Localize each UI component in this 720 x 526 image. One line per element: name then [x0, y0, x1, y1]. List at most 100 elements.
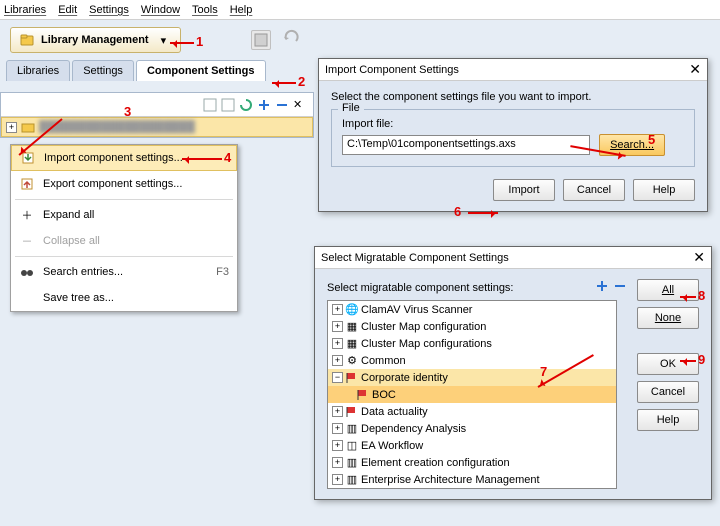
tree-node-clustermap-cfg[interactable]: +▦Cluster Map configuration — [328, 318, 616, 335]
library-management-label: Library Management — [41, 34, 149, 46]
tree-node-eam[interactable]: +▥Enterprise Architecture Management — [328, 471, 616, 488]
globe-icon: 🌐 — [345, 303, 359, 317]
grid-icon: ▦ — [345, 320, 359, 334]
doc-icon: ▥ — [345, 456, 359, 470]
search-file-button[interactable]: Search... — [599, 134, 665, 156]
tree-node-dependency-analysis[interactable]: +▥Dependency Analysis — [328, 420, 616, 437]
tab-settings[interactable]: Settings — [72, 60, 134, 81]
tree-node-data-actuality[interactable]: +Data actuality — [328, 403, 616, 420]
remove-icon[interactable] — [275, 98, 289, 112]
ctx-search-label: Search entries... — [43, 266, 123, 278]
select-all-button[interactable]: All — [637, 279, 699, 301]
expander-icon[interactable]: + — [332, 406, 343, 417]
expander-icon[interactable]: + — [332, 304, 343, 315]
cancel-button[interactable]: Cancel — [637, 381, 699, 403]
tree-node-corporate-identity[interactable]: − Corporate identity — [328, 369, 616, 386]
select-migratable-dialog: Select Migratable Component Settings ✕ S… — [314, 246, 712, 500]
flag-icon — [356, 388, 370, 402]
expander-icon[interactable]: + — [332, 423, 343, 434]
import-file-input[interactable]: C:\Temp\01componentsettings.axs — [342, 135, 590, 155]
tab-libraries[interactable]: Libraries — [6, 60, 70, 81]
tree-node-ea-workflow[interactable]: +◫EA Workflow — [328, 437, 616, 454]
menu-settings[interactable]: Settings — [89, 4, 129, 16]
tool-icon-1[interactable] — [203, 98, 217, 112]
ctx-expand-label: Expand all — [43, 209, 94, 221]
migratable-tree[interactable]: +🌐ClamAV Virus Scanner +▦Cluster Map con… — [327, 300, 617, 489]
expander-icon[interactable]: + — [332, 457, 343, 468]
ok-button[interactable]: OK — [637, 353, 699, 375]
import-dialog-titlebar[interactable]: Import Component Settings ✕ — [319, 59, 707, 81]
node-label: Cluster Map configuration — [361, 321, 486, 333]
grid-icon: ▦ — [345, 337, 359, 351]
ctx-search-entries[interactable]: Search entries... F3 — [11, 259, 237, 285]
close-icon[interactable]: ✕ — [693, 249, 705, 266]
help-button[interactable]: Help — [633, 179, 695, 201]
library-icon — [19, 32, 35, 48]
tree-node-clamav[interactable]: +🌐ClamAV Virus Scanner — [328, 301, 616, 318]
add-node-icon[interactable] — [595, 279, 609, 296]
expander-icon[interactable]: + — [332, 355, 343, 366]
ctx-collapse-all: － Collapse all — [11, 228, 237, 254]
file-fieldset-legend: File — [338, 102, 364, 114]
tree-root-row[interactable]: + ████████████████████ — [1, 117, 313, 137]
expander-icon[interactable]: − — [332, 372, 343, 383]
tree-node-boc[interactable]: BOC — [328, 386, 616, 403]
ctx-save-tree-as[interactable]: Save tree as... — [11, 285, 237, 311]
library-management-dropdown[interactable]: Library Management ▾ — [10, 27, 181, 53]
doc-icon: ▥ — [345, 422, 359, 436]
menu-help[interactable]: Help — [230, 4, 253, 16]
menu-libraries[interactable]: Libraries — [4, 4, 46, 16]
tree-root-label: ████████████████████ — [39, 121, 195, 133]
undo-icon[interactable] — [281, 29, 301, 52]
close-icon[interactable]: ✕ — [689, 61, 701, 78]
node-label: Corporate identity — [361, 372, 448, 384]
close-panel-icon[interactable]: ✕ — [293, 98, 307, 112]
save-icon[interactable] — [251, 30, 271, 50]
binoculars-icon — [19, 264, 35, 280]
tree-node-element-creation[interactable]: +▥Element creation configuration — [328, 454, 616, 471]
select-none-button[interactable]: None — [637, 307, 699, 329]
tree-node-clustermap-cfgs[interactable]: +▦Cluster Map configurations — [328, 335, 616, 352]
ctx-export-component-settings[interactable]: Export component settings... — [11, 171, 237, 197]
menu-edit[interactable]: Edit — [58, 4, 77, 16]
cancel-button[interactable]: Cancel — [563, 179, 625, 201]
expander-icon[interactable]: + — [332, 474, 343, 485]
select-dialog-title: Select Migratable Component Settings — [321, 252, 509, 264]
flag-icon — [345, 405, 359, 419]
flag-icon — [345, 371, 359, 385]
select-dialog-titlebar[interactable]: Select Migratable Component Settings ✕ — [315, 247, 711, 269]
doc-icon: ▥ — [345, 473, 359, 487]
refresh-icon[interactable] — [239, 98, 253, 112]
tree-node-common[interactable]: +⚙Common — [328, 352, 616, 369]
expander-icon[interactable]: + — [332, 440, 343, 451]
add-icon[interactable] — [257, 98, 271, 112]
folder-icon — [21, 120, 35, 134]
import-button[interactable]: Import — [493, 179, 555, 201]
ctx-savetree-label: Save tree as... — [43, 292, 114, 304]
menu-window[interactable]: Window — [141, 4, 180, 16]
node-label: BOC — [372, 389, 396, 401]
ctx-collapse-label: Collapse all — [43, 235, 100, 247]
node-label: Element creation configuration — [361, 457, 510, 469]
expander-icon[interactable]: + — [332, 321, 343, 332]
menu-tools[interactable]: Tools — [192, 4, 218, 16]
tab-component-settings[interactable]: Component Settings — [136, 60, 266, 81]
node-label: ClamAV Virus Scanner — [361, 304, 472, 316]
separator — [15, 256, 233, 257]
ctx-import-component-settings[interactable]: Import component settings... — [11, 145, 237, 171]
minus-icon: － — [19, 233, 35, 249]
ctx-search-shortcut: F3 — [216, 266, 229, 278]
expander-icon[interactable]: + — [332, 338, 343, 349]
node-label: Dependency Analysis — [361, 423, 466, 435]
expander-icon[interactable]: + — [6, 122, 17, 133]
gear-icon: ⚙ — [345, 354, 359, 368]
help-button[interactable]: Help — [637, 409, 699, 431]
ctx-expand-all[interactable]: ＋ Expand all — [11, 202, 237, 228]
node-label: EA Workflow — [361, 440, 423, 452]
import-file-label: Import file: — [342, 118, 684, 130]
tool-icon-2[interactable] — [221, 98, 235, 112]
plus-icon: ＋ — [19, 207, 35, 223]
import-icon — [20, 150, 36, 166]
import-dialog-title: Import Component Settings — [325, 64, 459, 76]
remove-node-icon[interactable] — [613, 279, 627, 296]
